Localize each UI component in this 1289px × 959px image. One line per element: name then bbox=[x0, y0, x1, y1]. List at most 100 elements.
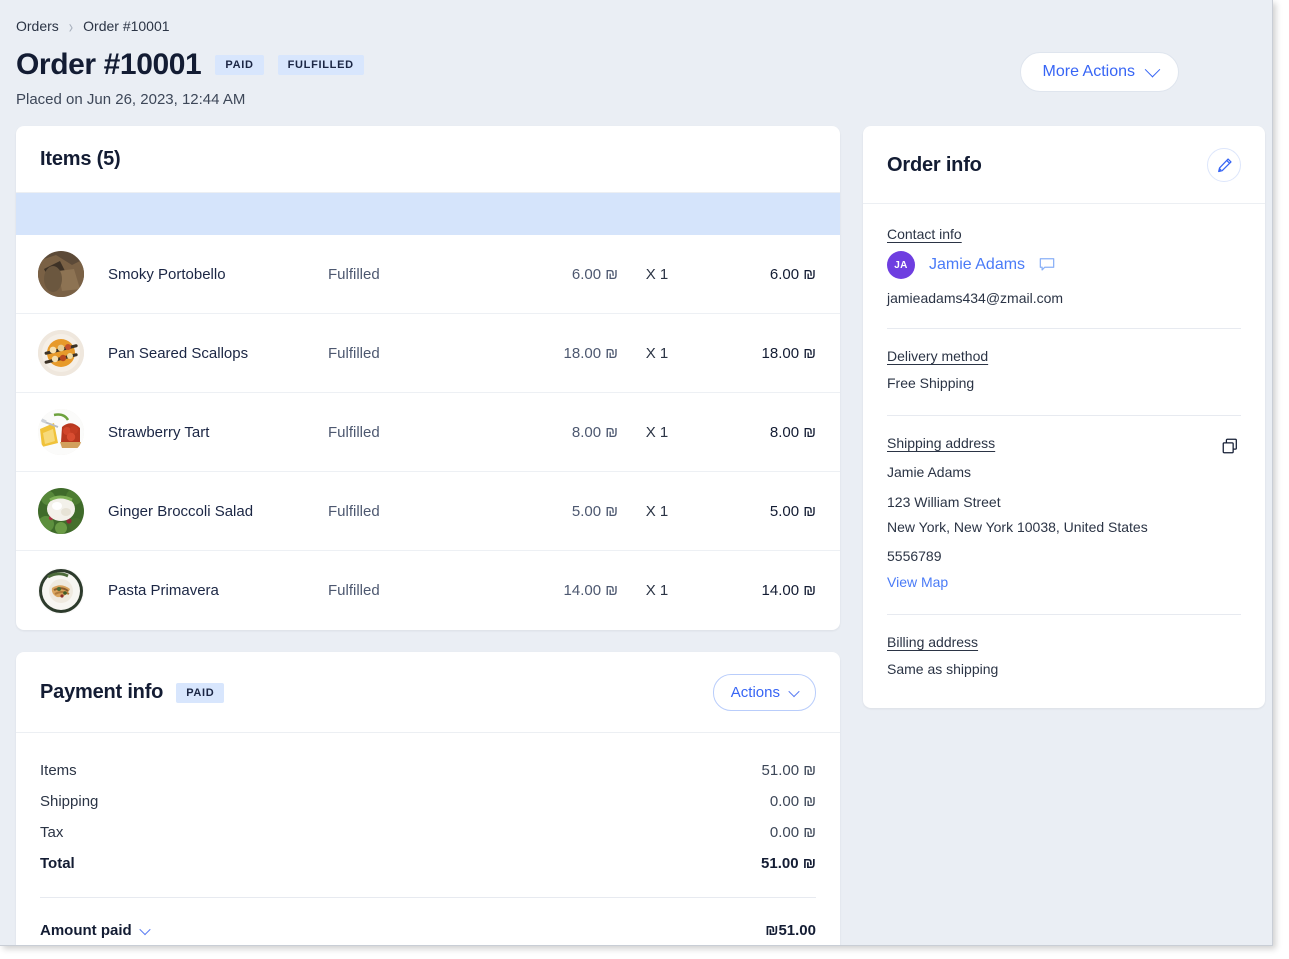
item-price: 6.00 ₪ bbox=[571, 265, 618, 283]
payment-line-amount: 0.00 ₪ bbox=[769, 793, 816, 810]
shipping-street: 123 William Street bbox=[887, 493, 1001, 510]
chevron-down-icon bbox=[788, 685, 800, 697]
order-info-body: Contact info JA Jamie Adams jamieadams43… bbox=[863, 204, 1265, 708]
table-row[interactable]: Smoky Portobello Fulfilled 6.00 ₪ X 1 6.… bbox=[16, 235, 840, 314]
shipping-phone: 5556789 bbox=[887, 548, 942, 565]
payment-line-amount: 51.00 ₪ bbox=[761, 855, 816, 872]
divider bbox=[887, 614, 1241, 616]
chevron-right-icon: › bbox=[68, 15, 74, 37]
order-info-header: Order info bbox=[863, 126, 1265, 204]
chat-bubble-icon[interactable] bbox=[1039, 257, 1055, 273]
amount-paid-value: ₪51.00 bbox=[765, 922, 816, 939]
shipping-name: Jamie Adams bbox=[887, 464, 972, 481]
item-price: 8.00 ₪ bbox=[571, 423, 618, 441]
payment-line-label: Items bbox=[40, 762, 77, 779]
payment-card-header: Payment info PAID Actions bbox=[16, 652, 840, 733]
item-name: Smoky Portobello bbox=[108, 265, 226, 283]
status-badge-fulfilled: FULFILLED bbox=[277, 55, 364, 75]
left-column: Items (5) Smoky Portobello Fulfilled 6.0… bbox=[16, 126, 840, 945]
actions-button-label: Actions bbox=[730, 684, 780, 701]
payment-line-shipping: Shipping 0.00 ₪ bbox=[40, 786, 816, 817]
chevron-down-icon bbox=[138, 923, 151, 935]
more-actions-button[interactable]: More Actions bbox=[1019, 52, 1179, 92]
amount-paid-label: Amount paid bbox=[40, 922, 132, 939]
divider bbox=[887, 415, 1241, 417]
more-actions-label: More Actions bbox=[1042, 63, 1135, 80]
item-price: 14.00 ₪ bbox=[563, 582, 618, 599]
table-row[interactable]: Ginger Broccoli Salad Fulfilled 5.00 ₪ X… bbox=[16, 472, 840, 551]
payment-line-amount: 0.00 ₪ bbox=[769, 824, 816, 841]
payment-line-label: Total bbox=[40, 855, 75, 872]
breadcrumb-orders-link[interactable]: Orders bbox=[16, 18, 59, 34]
payment-status-badge: PAID bbox=[176, 682, 225, 703]
item-line-total: 14.00 ₪ bbox=[761, 582, 816, 599]
item-line-total: 8.00 ₪ bbox=[769, 423, 816, 441]
shipping-address-label[interactable]: Shipping address bbox=[887, 435, 995, 451]
avatar: JA bbox=[887, 251, 915, 279]
payment-line-label: Tax bbox=[40, 824, 64, 841]
contact-name-link[interactable]: Jamie Adams bbox=[929, 256, 1025, 274]
billing-address-block: Billing address Same as shipping bbox=[887, 634, 1241, 681]
item-status: Fulfilled bbox=[328, 502, 380, 520]
items-list: Smoky Portobello Fulfilled 6.00 ₪ X 1 6.… bbox=[16, 235, 840, 630]
contact-info-label[interactable]: Contact info bbox=[887, 226, 962, 242]
item-price: 5.00 ₪ bbox=[571, 502, 618, 520]
shipping-city-region: New York, New York 10038, United States bbox=[887, 518, 1148, 535]
item-name: Ginger Broccoli Salad bbox=[108, 502, 254, 520]
contact-row: JA Jamie Adams bbox=[887, 251, 1241, 279]
contact-email: jamieadams434@zmail.com bbox=[887, 290, 1064, 306]
copy-address-button[interactable] bbox=[1219, 435, 1241, 462]
delivery-method-label[interactable]: Delivery method bbox=[887, 348, 988, 364]
item-line-total: 18.00 ₪ bbox=[761, 344, 816, 362]
item-quantity: X 1 bbox=[645, 344, 669, 362]
payment-card: Payment info PAID Actions Items 51.00 ₪ … bbox=[16, 652, 840, 945]
item-quantity: X 1 bbox=[645, 423, 669, 441]
chevron-down-icon bbox=[1144, 61, 1161, 77]
page-title: Order #10001 bbox=[16, 48, 202, 81]
payment-line-tax: Tax 0.00 ₪ bbox=[40, 817, 816, 848]
table-row[interactable]: Pasta Primavera Fulfilled 14.00 ₪ X 1 14… bbox=[16, 551, 840, 630]
item-quantity: X 1 bbox=[645, 582, 669, 599]
salad-thumb bbox=[38, 488, 84, 534]
breadcrumb-current: Order #10001 bbox=[83, 18, 170, 34]
item-status: Fulfilled bbox=[328, 265, 380, 283]
copy-icon bbox=[1222, 438, 1237, 454]
right-column: Order info Contact info JA Jamie Adams j… bbox=[863, 126, 1265, 708]
item-line-total: 5.00 ₪ bbox=[769, 502, 816, 520]
edit-order-info-button[interactable] bbox=[1207, 148, 1241, 182]
item-name: Pan Seared Scallops bbox=[108, 344, 249, 362]
view-map-link[interactable]: View Map bbox=[887, 574, 948, 590]
scallops-thumb bbox=[38, 330, 84, 376]
item-line-total: 6.00 ₪ bbox=[769, 265, 816, 283]
payment-summary: Items 51.00 ₪ Shipping 0.00 ₪ Tax 0.00 ₪… bbox=[16, 733, 840, 898]
item-status: Fulfilled bbox=[328, 423, 380, 441]
amount-paid-row: Amount paid ₪51.00 bbox=[16, 898, 840, 945]
table-row[interactable]: Strawberry Tart Fulfilled 8.00 ₪ X 1 8.0… bbox=[16, 393, 840, 472]
breadcrumb: Orders › Order #10001 bbox=[16, 15, 1248, 37]
order-info-title: Order info bbox=[887, 153, 982, 176]
amount-paid-toggle[interactable]: Amount paid bbox=[40, 922, 151, 939]
payment-line-amount: 51.00 ₪ bbox=[761, 762, 816, 779]
item-quantity: X 1 bbox=[645, 502, 669, 520]
items-card-title: Items (5) bbox=[40, 148, 121, 170]
payment-line-label: Shipping bbox=[40, 793, 99, 810]
item-name: Pasta Primavera bbox=[108, 582, 219, 599]
items-highlight-band bbox=[16, 193, 840, 235]
order-details-page: Orders › Order #10001 Order #10001 PAID … bbox=[0, 0, 1273, 946]
status-badge-paid: PAID bbox=[215, 55, 264, 75]
table-row[interactable]: Pan Seared Scallops Fulfilled 18.00 ₪ X … bbox=[16, 314, 840, 393]
payment-line-total: Total 51.00 ₪ bbox=[40, 848, 816, 879]
tart-thumb bbox=[38, 409, 84, 455]
delivery-method-value: Free Shipping bbox=[887, 375, 975, 391]
payment-card-title: Payment info bbox=[40, 681, 164, 703]
pencil-icon bbox=[1217, 157, 1232, 172]
billing-address-label[interactable]: Billing address bbox=[887, 634, 978, 650]
mushroom-thumb bbox=[38, 251, 84, 297]
items-card: Items (5) Smoky Portobello Fulfilled 6.0… bbox=[16, 126, 840, 630]
item-quantity: X 1 bbox=[645, 265, 669, 283]
pasta-thumb bbox=[38, 567, 84, 614]
contact-info-block: Contact info JA Jamie Adams jamieadams43… bbox=[887, 226, 1241, 308]
actions-button[interactable]: Actions bbox=[712, 674, 816, 711]
item-name: Strawberry Tart bbox=[108, 423, 210, 441]
billing-address-value: Same as shipping bbox=[887, 661, 999, 678]
